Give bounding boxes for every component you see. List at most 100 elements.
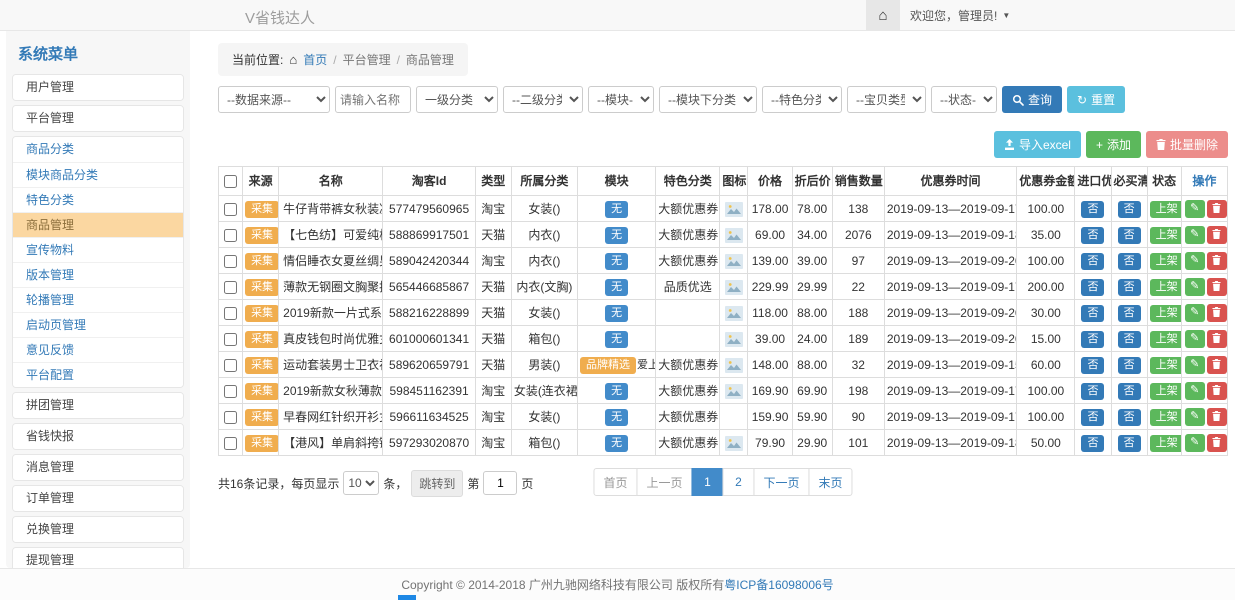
page-button[interactable]: 上一页: [636, 468, 692, 496]
sales-count: 101: [832, 430, 884, 456]
filter-select-status[interactable]: --状态--: [931, 86, 997, 113]
home-button[interactable]: ⌂: [866, 0, 900, 30]
page-button[interactable]: 末页: [809, 468, 853, 496]
discount-price: 24.00: [792, 326, 832, 352]
edit-button[interactable]: ✎: [1185, 252, 1205, 270]
source-badge: 采集: [245, 279, 279, 296]
status-badge: 上架: [1150, 305, 1182, 322]
edit-button[interactable]: ✎: [1185, 382, 1205, 400]
select-all-checkbox[interactable]: [224, 175, 237, 188]
user-menu[interactable]: 欢迎您，管理员! ▼: [900, 7, 1020, 24]
edit-button[interactable]: ✎: [1185, 304, 1205, 322]
sidebar-item[interactable]: 版本管理: [13, 262, 183, 287]
delete-button[interactable]: [1207, 226, 1227, 244]
row-checkbox[interactable]: [224, 255, 237, 268]
row-checkbox[interactable]: [224, 385, 237, 398]
footer: Copyright © 2014-2018 广州九驰网络科技有限公司 版权所有粤…: [0, 568, 1235, 600]
sidebar-item[interactable]: 意见反馈: [13, 337, 183, 362]
feature-category: 大额优惠券: [656, 248, 720, 274]
row-checkbox[interactable]: [224, 203, 237, 216]
column-header: 图标: [720, 167, 748, 196]
status-badge: 上架: [1150, 357, 1182, 374]
page-button[interactable]: 下一页: [754, 468, 810, 496]
sidebar-item[interactable]: 消息管理: [13, 455, 183, 480]
sidebar-item[interactable]: 宣传物料: [13, 237, 183, 262]
delete-button[interactable]: [1207, 408, 1227, 426]
page-size-select[interactable]: 10: [343, 471, 379, 495]
delete-button[interactable]: [1207, 434, 1227, 452]
sidebar-item[interactable]: 特色分类: [13, 187, 183, 212]
product-image-icon: [725, 332, 743, 347]
filter-select-category-l2[interactable]: --二级分类--: [503, 86, 583, 113]
sidebar-item[interactable]: 平台管理: [13, 106, 183, 131]
add-button[interactable]: + 添加: [1086, 131, 1141, 158]
filter-select-item-type[interactable]: --宝贝类型--: [847, 86, 926, 113]
row-checkbox[interactable]: [224, 229, 237, 242]
row-checkbox[interactable]: [224, 307, 237, 320]
breadcrumb-home-link[interactable]: 首页: [303, 51, 327, 68]
filter-select-category-l1[interactable]: 一级分类: [416, 86, 498, 113]
reset-button[interactable]: ↻ 重置: [1067, 86, 1125, 113]
sidebar-item[interactable]: 商品分类: [13, 137, 183, 162]
product-name: 真皮钱包时尚优雅女士...: [279, 326, 383, 352]
sidebar-item[interactable]: 省钱快报: [13, 424, 183, 449]
row-checkbox[interactable]: [224, 437, 237, 450]
delete-button[interactable]: [1207, 304, 1227, 322]
sales-count: 22: [832, 274, 884, 300]
edit-button[interactable]: ✎: [1185, 226, 1205, 244]
table-row: 采集薄款无钢圈文胸聚拢性...565446685867天猫内衣(文胸)无品质优选…: [219, 274, 1228, 300]
delete-button[interactable]: [1207, 252, 1227, 270]
sidebar-item[interactable]: 兑换管理: [13, 517, 183, 542]
edit-button[interactable]: ✎: [1185, 434, 1205, 452]
filter-select-module[interactable]: --模块--: [588, 86, 654, 113]
filter-select-feature[interactable]: --特色分类--: [762, 86, 842, 113]
edit-button[interactable]: ✎: [1185, 330, 1205, 348]
edit-button[interactable]: ✎: [1185, 200, 1205, 218]
filter-select-data-source[interactable]: --数据来源--: [218, 86, 330, 113]
product-name: 情侣睡衣女夏丝绸男士...: [279, 248, 383, 274]
trash-icon: [1212, 434, 1221, 452]
feature-category: 品质优选: [656, 274, 720, 300]
icp-link[interactable]: 粤ICP备16098006号: [724, 576, 833, 593]
edit-button[interactable]: ✎: [1185, 408, 1205, 426]
delete-button[interactable]: [1207, 200, 1227, 218]
trash-icon: [1212, 278, 1221, 296]
filter-bar: --数据来源-- 一级分类--二级分类----模块----模块下分类----特色…: [218, 86, 1228, 113]
sidebar-item[interactable]: 轮播管理: [13, 287, 183, 312]
product-name: 2019新款一片式系...: [279, 300, 383, 326]
delete-button[interactable]: [1207, 278, 1227, 296]
edit-button[interactable]: ✎: [1185, 356, 1205, 374]
sidebar-item[interactable]: 启动页管理: [13, 312, 183, 337]
search-button[interactable]: 查询: [1002, 86, 1062, 113]
row-checkbox[interactable]: [224, 281, 237, 294]
row-checkbox[interactable]: [224, 359, 237, 372]
row-checkbox[interactable]: [224, 411, 237, 424]
discount-price: 88.00: [792, 300, 832, 326]
page-button[interactable]: 首页: [593, 468, 637, 496]
delete-button[interactable]: [1207, 330, 1227, 348]
filter-name-input[interactable]: [335, 86, 411, 113]
sidebar-item[interactable]: 平台配置: [13, 362, 183, 387]
jump-page-input[interactable]: [483, 471, 517, 495]
import-excel-button[interactable]: 导入excel: [994, 131, 1081, 158]
sidebar-item[interactable]: 提现管理: [13, 548, 183, 568]
edit-icon: ✎: [1190, 203, 1199, 214]
taoke-id: 577479560965: [383, 196, 475, 222]
filter-select-module-sub[interactable]: --模块下分类--: [659, 86, 757, 113]
delete-button[interactable]: [1207, 356, 1227, 374]
horizontal-scrollbar-thumb[interactable]: [398, 595, 416, 600]
page-button[interactable]: 1: [692, 468, 724, 496]
jump-button[interactable]: 跳转到: [411, 470, 463, 497]
page-button[interactable]: 2: [723, 468, 755, 496]
sidebar-item[interactable]: 拼团管理: [13, 393, 183, 418]
taoke-id: 596611634525: [383, 404, 475, 430]
edit-button[interactable]: ✎: [1185, 278, 1205, 296]
sidebar-item[interactable]: 订单管理: [13, 486, 183, 511]
delete-button[interactable]: [1207, 382, 1227, 400]
sidebar-item[interactable]: 商品管理: [13, 212, 183, 237]
sidebar-item[interactable]: 模块商品分类: [13, 162, 183, 187]
batch-delete-button[interactable]: 批量删除: [1146, 131, 1228, 158]
row-checkbox[interactable]: [224, 333, 237, 346]
sidebar-item[interactable]: 用户管理: [13, 75, 183, 100]
trash-icon: [1212, 304, 1221, 322]
